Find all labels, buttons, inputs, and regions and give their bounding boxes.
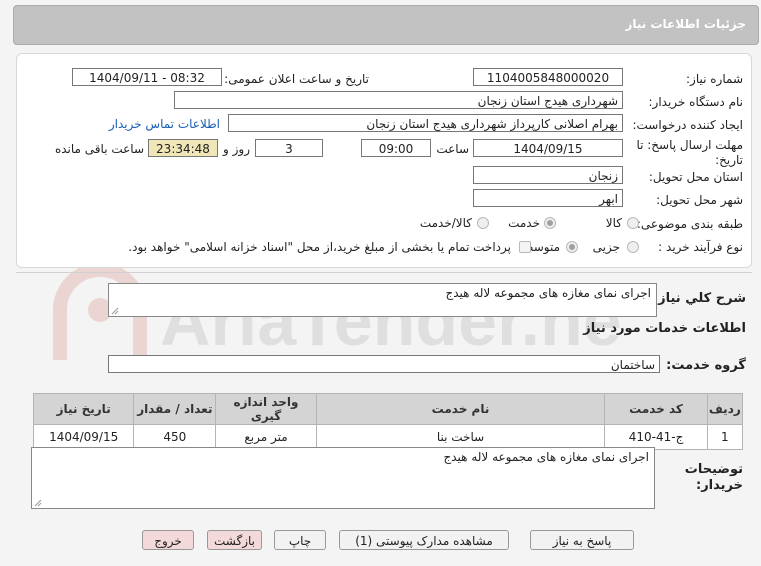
process-radio-medium[interactable] [566, 241, 578, 253]
process-option-minor: جزیی [592, 240, 620, 254]
delivery-province-field[interactable]: زنجان [473, 166, 623, 184]
exit-button[interactable]: خروج [142, 530, 194, 550]
summary-label: شرح کلي نياز: [652, 291, 746, 306]
need-number-field[interactable]: 1104005848000020 [473, 68, 623, 86]
buyer-org-field[interactable]: شهرداری هیدج استان زنجان [174, 91, 623, 109]
service-group-field[interactable]: ساختمان [108, 355, 660, 373]
announce-datetime-field[interactable]: 1404/09/11 - 08:32 [72, 68, 222, 86]
process-label: نوع فرآیند خرید : [658, 240, 743, 254]
process-radio-minor[interactable] [627, 241, 639, 253]
view-attachments-button[interactable]: مشاهده مدارک پیوستی (1) [339, 530, 509, 550]
buyer-notes-textarea[interactable]: اجرای نمای مغازه های مجموعه لاله هیدج [31, 447, 655, 509]
section-divider [16, 272, 752, 273]
page-title: جزئیات اطلاعات نیاز [625, 17, 746, 31]
remaining-time-label: ساعت باقی مانده [54, 142, 144, 156]
table-cell: 1404/09/15 [32, 424, 135, 450]
table-cell: متر مربع [215, 424, 317, 450]
reply-button[interactable]: پاسخ به نیاز [530, 530, 634, 550]
category-label: طبقه بندی موضوعی: [636, 217, 743, 231]
print-button[interactable]: چاپ [274, 530, 326, 550]
deadline-time-field[interactable]: 09:00 [361, 139, 431, 157]
resize-grip-icon[interactable] [34, 499, 42, 507]
table-header-cell: کد خدمت [604, 393, 708, 425]
buyer-notes-text: اجرای نمای مغازه های مجموعه لاله هیدج [443, 450, 649, 464]
table-header-cell: تعداد / مقدار [133, 393, 217, 425]
deadline-days-field[interactable]: 3 [255, 139, 323, 157]
resize-grip-icon[interactable] [111, 307, 119, 315]
table-cell: ج-41-410 [604, 424, 708, 450]
delivery-province-label: استان محل تحویل: [648, 170, 743, 184]
table-header-cell: واحد اندازه گیری [215, 393, 317, 425]
category-radio-goods-service[interactable] [477, 217, 489, 229]
category-radio-service[interactable] [544, 217, 556, 229]
delivery-city-label: شهر محل تحویل: [656, 193, 743, 207]
table-header-cell: تاریخ نیاز [32, 393, 135, 425]
services-section-title: اطلاعات خدمات مورد نیاز [583, 321, 746, 336]
category-option-goods: کالا [605, 216, 622, 230]
need-number-label: شماره نیاز: [686, 72, 743, 86]
category-radio-goods[interactable] [627, 217, 639, 229]
delivery-city-field[interactable]: ابهر [473, 189, 623, 207]
requester-label: ایجاد کننده درخواست: [632, 118, 743, 132]
deadline-label: مهلت ارسال پاسخ: تا تاریخ: [636, 138, 743, 167]
category-option-goods-service: کالا/خدمت [419, 216, 472, 230]
table-cell: 450 [133, 424, 217, 450]
page-header: جزئیات اطلاعات نیاز [13, 5, 759, 45]
services-table: ردیف کد خدمت نام خدمت واحد اندازه گیری ت… [32, 393, 744, 450]
buyer-org-label: نام دستگاه خریدار: [648, 95, 744, 109]
table-header-cell: نام خدمت [315, 393, 606, 425]
back-button[interactable]: بازگشت [207, 530, 262, 550]
requester-field[interactable]: بهرام اصلانی کارپرداز شهرداری هیدج استان… [228, 114, 623, 132]
category-option-service: خدمت [508, 216, 540, 230]
table-header-row: ردیف کد خدمت نام خدمت واحد اندازه گیری ت… [32, 393, 744, 425]
deadline-time-label: ساعت [436, 142, 469, 156]
remaining-time-field: 23:34:48 [148, 139, 218, 157]
summary-textarea[interactable]: اجرای نمای مغازه های مجموعه لاله هیدج [108, 283, 657, 317]
announce-datetime-label: تاریخ و ساعت اعلان عمومی: [224, 72, 369, 86]
deadline-date-field[interactable]: 1404/09/15 [473, 139, 623, 157]
table-cell: 1 [706, 424, 744, 450]
deadline-days-label: روز و [223, 142, 250, 156]
buyer-notes-label: توضیحات خریدار: [684, 462, 743, 493]
table-cell: ساخت بنا [315, 424, 606, 450]
table-row[interactable]: 1 ج-41-410 ساخت بنا متر مربع 450 1404/09… [32, 424, 744, 450]
table-header-cell: ردیف [706, 393, 744, 425]
buyer-contact-link[interactable]: اطلاعات تماس خریدار [109, 117, 220, 131]
treasury-checkbox[interactable] [519, 241, 531, 253]
summary-text: اجرای نمای مغازه های مجموعه لاله هیدج [445, 286, 651, 300]
treasury-checkbox-label: پرداخت تمام یا بخشی از مبلغ خرید،از محل … [128, 240, 511, 254]
service-group-label: گروه خدمت: [666, 358, 746, 373]
